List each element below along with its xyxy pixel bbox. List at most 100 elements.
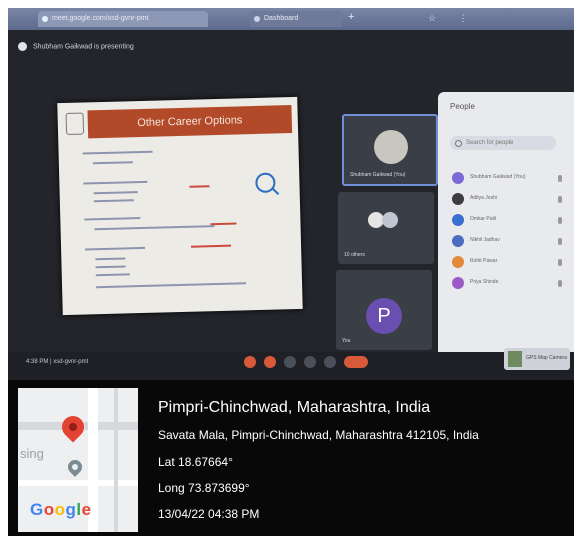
- tile-name: 10 others: [344, 252, 365, 258]
- leave-call-button[interactable]: [344, 356, 368, 368]
- map-label: sing: [20, 446, 44, 461]
- annotation-mark: [210, 222, 237, 226]
- avatar: [452, 193, 464, 205]
- participant-name: Nikhil Jadhav: [470, 237, 500, 243]
- meeting-controls: 4:38 PM | xsd-gvnr-pmt: [8, 352, 574, 380]
- mic-toggle-button[interactable]: [244, 356, 256, 368]
- avatar: [452, 214, 464, 226]
- slide-text-line: [82, 150, 153, 155]
- list-item[interactable]: Nikhil Jadhav: [448, 233, 568, 254]
- list-item[interactable]: Omkar Patil: [448, 212, 568, 233]
- slide-text-line: [92, 161, 133, 165]
- slide-text-line: [95, 273, 130, 277]
- map-thumbnail: sing Google: [18, 388, 138, 532]
- participant-tile[interactable]: Shubham Gaikwad (You): [342, 114, 438, 186]
- browser-toolbar-icons: ☆ ⋮: [428, 13, 478, 23]
- slide-text-line: [95, 265, 126, 269]
- participant-name: Aditya Joshi: [470, 195, 497, 201]
- search-placeholder: Search for people: [466, 140, 514, 146]
- avatar: [452, 256, 464, 268]
- participant-list: Shubham Gaikwad (You) Aditya Joshi Omkar…: [448, 170, 568, 296]
- slide-logo-icon: [65, 112, 85, 135]
- presenter-notice-text: Shubham Gaikwad is presenting: [32, 43, 134, 51]
- chip-label: GPS Map Camera: [526, 355, 567, 361]
- timestamp: 13/04/22 04:38 PM: [158, 507, 260, 521]
- logo-letter: G: [30, 500, 44, 519]
- gps-camera-chip: GPS Map Camera: [504, 348, 570, 370]
- tab-label: meet.google.com/xsd-gvnr-pmt: [52, 15, 149, 22]
- list-item[interactable]: Aditya Joshi: [448, 191, 568, 212]
- avatar: [374, 130, 408, 164]
- thumbnail: [508, 351, 522, 367]
- mic-icon[interactable]: [558, 175, 562, 182]
- panel-title: People: [450, 102, 475, 111]
- location-city: Pimpri-Chinchwad, Maharashtra, India: [158, 399, 431, 416]
- mic-icon[interactable]: [558, 259, 562, 266]
- location-pin-icon: [57, 411, 89, 443]
- location-address: Savata Mala, Pimpri-Chinchwad, Maharasht…: [158, 428, 479, 442]
- avatar: P: [366, 298, 402, 334]
- slide-text-line: [95, 257, 126, 261]
- longitude: Long 73.873699°: [158, 481, 250, 495]
- annotation-mark: [189, 185, 210, 188]
- secondary-pin-icon: [65, 457, 85, 477]
- slide-text-line: [93, 199, 134, 203]
- present-button[interactable]: [304, 356, 316, 368]
- map-road: [18, 480, 138, 486]
- slide-text-line: [96, 282, 247, 289]
- meet-favicon-icon: [42, 16, 48, 22]
- latitude: Lat 18.67664°: [158, 455, 233, 469]
- presenter-avatar-icon: [18, 42, 27, 51]
- avatar: [382, 212, 398, 228]
- slide-text-line: [93, 191, 138, 195]
- captions-button[interactable]: [284, 356, 296, 368]
- tile-name: Shubham Gaikwad (You): [350, 172, 406, 178]
- camera-toggle-button[interactable]: [264, 356, 276, 368]
- browser-tab-meet[interactable]: meet.google.com/xsd-gvnr-pmt: [38, 11, 208, 27]
- slide-text-line: [85, 246, 146, 251]
- slide-text-line: [84, 217, 141, 221]
- slide-text-line: [83, 180, 148, 185]
- participant-name: Omkar Patil: [470, 216, 497, 222]
- meet-window: Shubham Gaikwad is presenting Other Care…: [8, 30, 574, 380]
- tile-name: You: [342, 338, 351, 344]
- list-item[interactable]: Shubham Gaikwad (You): [448, 170, 568, 191]
- participant-name: Rohit Pawar: [470, 258, 498, 264]
- annotation-mark: [191, 244, 232, 248]
- participant-tile[interactable]: P You: [336, 270, 432, 350]
- participant-name: Shubham Gaikwad (You): [470, 174, 526, 180]
- presenter-notice: Shubham Gaikwad is presenting: [18, 42, 134, 51]
- avatar: [452, 235, 464, 247]
- mic-icon[interactable]: [558, 217, 562, 224]
- list-item[interactable]: Priya Shinde: [448, 275, 568, 296]
- geotag-overlay: sing Google Pimpri-Chinchwad, Maharashtr…: [8, 380, 574, 536]
- google-logo: Google: [30, 500, 92, 520]
- list-item[interactable]: Rohit Pawar: [448, 254, 568, 275]
- participant-tile[interactable]: 10 others: [338, 192, 434, 264]
- map-road: [114, 388, 118, 532]
- photo-frame: meet.google.com/xsd-gvnr-pmt Dashboard +…: [8, 8, 574, 536]
- avatar: [452, 277, 464, 289]
- avatar: [452, 172, 464, 184]
- slide-title: Other Career Options: [87, 105, 293, 139]
- logo-letter: o: [54, 500, 66, 519]
- mic-icon[interactable]: [558, 238, 562, 245]
- browser-tab-dashboard[interactable]: Dashboard: [250, 11, 342, 27]
- browser-tab-bar: meet.google.com/xsd-gvnr-pmt Dashboard +…: [8, 8, 574, 30]
- participant-name: Priya Shinde: [470, 279, 499, 285]
- search-input[interactable]: Search for people: [450, 136, 556, 150]
- mic-icon[interactable]: [558, 196, 562, 203]
- presentation-slide: Other Career Options: [57, 96, 303, 316]
- new-tab-icon[interactable]: +: [348, 11, 354, 23]
- people-panel: People Search for people Shubham Gaikwad…: [438, 92, 574, 358]
- magnifier-icon: [255, 172, 276, 194]
- logo-letter: g: [65, 500, 77, 519]
- mic-icon[interactable]: [558, 280, 562, 287]
- slide-text-line: [94, 225, 215, 231]
- dashboard-favicon-icon: [254, 16, 260, 22]
- tab-label: Dashboard: [264, 15, 299, 22]
- search-icon: [455, 140, 462, 147]
- more-options-button[interactable]: [324, 356, 336, 368]
- logo-letter: o: [43, 500, 55, 519]
- logo-letter: e: [81, 500, 92, 519]
